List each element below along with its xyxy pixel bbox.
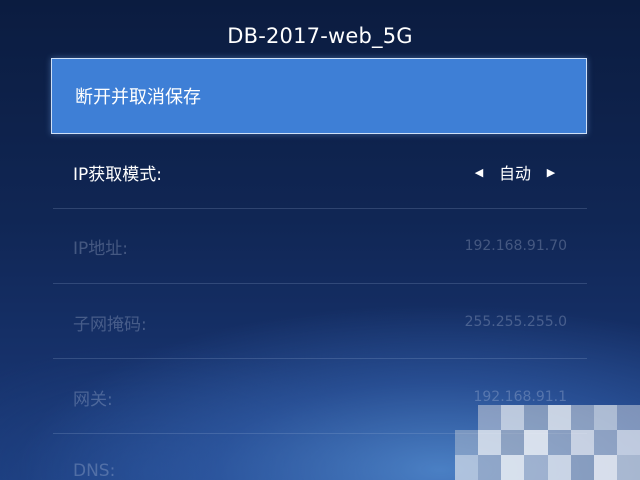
subnet-mask-row: 子网掩码: 255.255.255.0 (73, 307, 567, 337)
divider (53, 283, 587, 284)
subnet-mask-label: 子网掩码: (73, 314, 147, 335)
disconnect-forget-label: 断开并取消保存 (75, 87, 201, 108)
watermark-mosaic (455, 405, 640, 480)
ip-mode-row[interactable]: IP获取模式: ◀ 自动 ▶ (73, 157, 567, 187)
network-title: DB-2017-web_5G (227, 24, 413, 48)
triangle-right-icon[interactable]: ▶ (545, 166, 557, 179)
ip-address-value: 192.168.91.70 (464, 238, 567, 254)
gateway-label: 网关: (73, 389, 113, 410)
ip-address-label: IP地址: (73, 238, 128, 259)
gateway-value: 192.168.91.1 (473, 389, 567, 405)
triangle-left-icon[interactable]: ◀ (473, 166, 485, 179)
disconnect-forget-button[interactable]: 断开并取消保存 (51, 58, 587, 134)
ip-mode-selector[interactable]: ◀ 自动 ▶ (473, 160, 557, 184)
ip-mode-value: 自动 (498, 164, 531, 183)
subnet-mask-value: 255.255.255.0 (464, 314, 567, 330)
divider (53, 208, 587, 209)
divider (53, 358, 587, 359)
ip-mode-label: IP获取模式: (73, 164, 162, 185)
ip-address-row: IP地址: 192.168.91.70 (73, 231, 567, 261)
dns-label: DNS: (73, 461, 116, 480)
